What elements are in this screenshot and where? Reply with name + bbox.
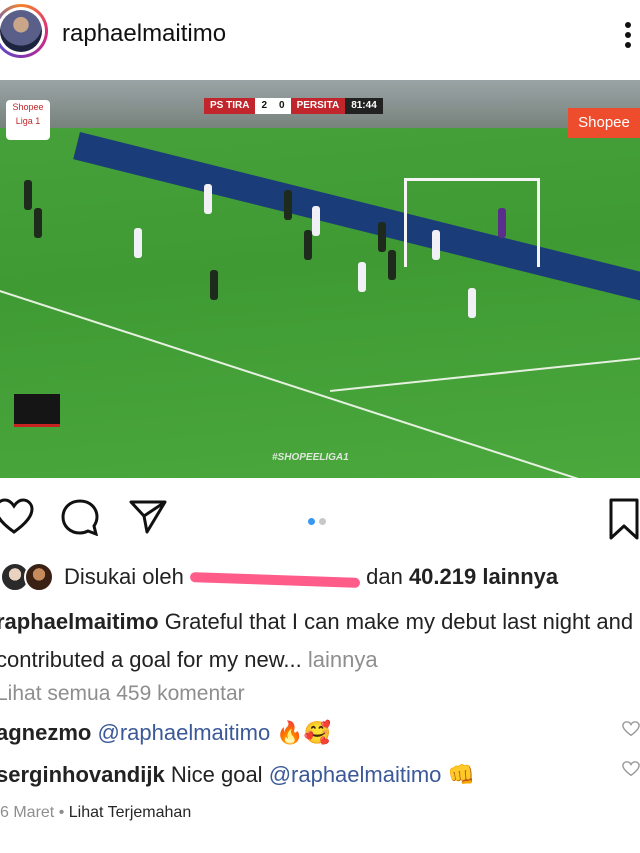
- post-header: raphaelmaitimo: [0, 0, 640, 78]
- likes-prefix: Disukai oleh: [64, 564, 184, 589]
- comment-icon[interactable]: [60, 498, 100, 536]
- comment-text: Nice goal: [170, 762, 263, 787]
- player: [284, 190, 292, 220]
- player: [432, 230, 440, 260]
- comment-emoji: 👊: [447, 762, 475, 787]
- post-media-video[interactable]: PS TIRA 2 0 PERSITA 81:44 Shopee Liga 1 …: [0, 80, 640, 478]
- post-author-username[interactable]: raphaelmaitimo: [62, 20, 226, 48]
- player: [312, 206, 320, 236]
- home-team: PS TIRA: [204, 98, 256, 114]
- goal-post: [404, 178, 540, 267]
- redacted-username: [189, 569, 361, 589]
- shopee-logo: Shopee: [568, 108, 640, 138]
- away-score: 0: [273, 98, 291, 114]
- carousel-dot-active: [308, 518, 315, 525]
- carousel-dot: [319, 518, 326, 525]
- caption-username[interactable]: raphaelmaitimo: [0, 609, 159, 634]
- likes-text: Disukai oleh dan 40.219 lainnya: [64, 564, 558, 590]
- comment-username[interactable]: serginhovandijk: [0, 762, 165, 787]
- more-vertical-icon[interactable]: [624, 22, 632, 52]
- view-all-comments-link[interactable]: Lihat semua 459 komentar: [0, 682, 245, 706]
- carousel-dots: [308, 512, 330, 530]
- match-time: 81:44: [345, 98, 383, 114]
- player: [24, 180, 32, 210]
- player: [304, 230, 312, 260]
- comment-mention[interactable]: @raphaelmaitimo: [269, 762, 442, 787]
- see-translation-link[interactable]: Lihat Terjemahan: [69, 804, 191, 821]
- comment-item: serginhovandijk Nice goal @raphaelmaitim…: [0, 762, 475, 788]
- avatar[interactable]: [0, 4, 48, 58]
- likes-joiner: dan: [366, 564, 403, 589]
- heart-icon[interactable]: [0, 498, 34, 536]
- post-footer: 6 Maret • Lihat Terjemahan: [0, 804, 191, 822]
- player: [358, 262, 366, 292]
- liga-badge: Shopee Liga 1: [6, 100, 50, 140]
- player: [34, 208, 42, 238]
- goalkeeper: [498, 208, 506, 238]
- likes-row[interactable]: Disukai oleh dan 40.219 lainnya: [0, 560, 640, 592]
- hashtag-overlay: #SHOPEELIGA1: [272, 452, 349, 463]
- player: [210, 270, 218, 300]
- footer-separator: •: [58, 804, 65, 821]
- football-pitch: [0, 128, 640, 478]
- likes-count[interactable]: 40.219 lainnya: [409, 564, 558, 589]
- player: [378, 222, 386, 252]
- post-date: 6 Maret: [0, 804, 55, 821]
- player: [204, 184, 212, 214]
- scoreboard: PS TIRA 2 0 PERSITA 81:44: [204, 98, 383, 114]
- comment-username[interactable]: agnezmo: [0, 720, 91, 745]
- player: [388, 250, 396, 280]
- comment-like-heart-icon[interactable]: [622, 720, 640, 738]
- player: [468, 288, 476, 318]
- send-icon[interactable]: [128, 498, 168, 536]
- post-caption: raphaelmaitimo Grateful that I can make …: [0, 603, 636, 679]
- bookmark-icon[interactable]: [608, 498, 640, 540]
- avatar-border: [0, 7, 45, 55]
- away-team: PERSITA: [290, 98, 346, 114]
- video-overlay-box: [14, 394, 60, 427]
- comment-mention[interactable]: @raphaelmaitimo: [97, 720, 270, 745]
- home-score: 2: [255, 98, 274, 114]
- comment-item: agnezmo @raphaelmaitimo 🔥🥰: [0, 720, 331, 746]
- comment-emoji: 🔥🥰: [276, 720, 332, 745]
- player: [134, 228, 142, 258]
- avatar-image: [0, 10, 42, 52]
- liker-avatar: [24, 562, 54, 592]
- comment-like-heart-icon[interactable]: [622, 760, 640, 778]
- caption-more-link[interactable]: lainnya: [308, 647, 378, 672]
